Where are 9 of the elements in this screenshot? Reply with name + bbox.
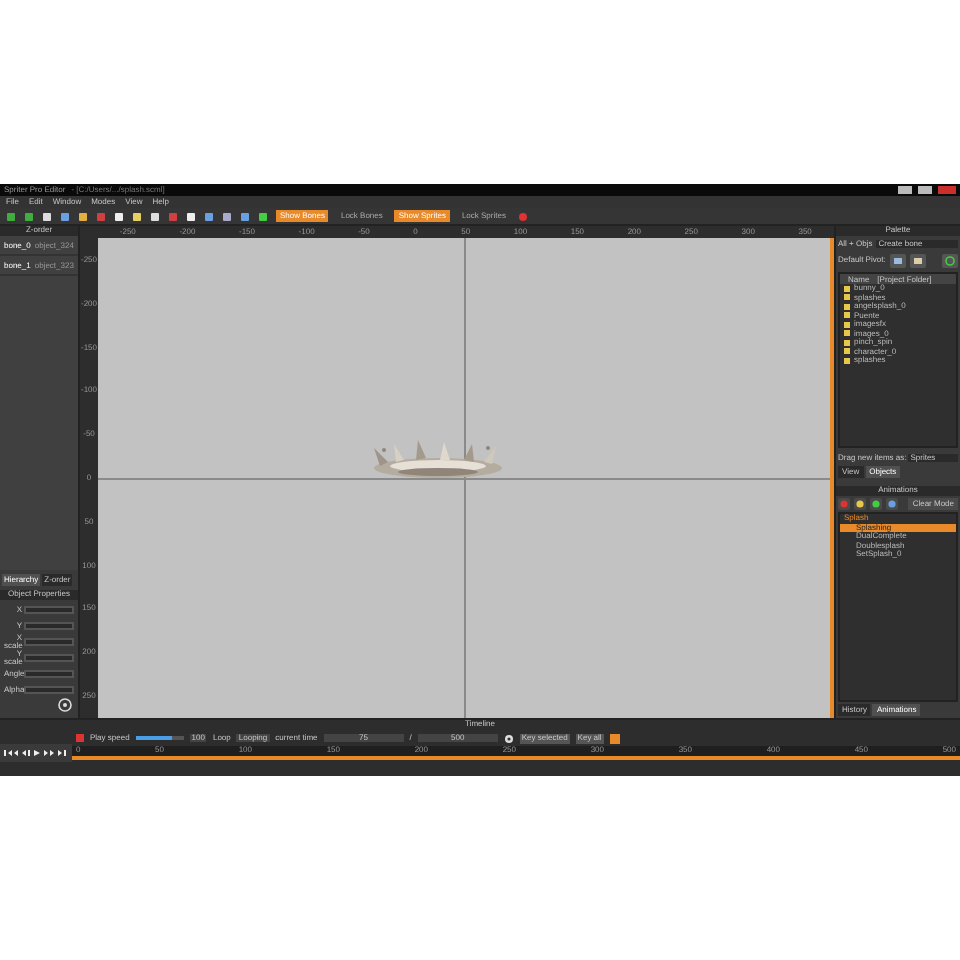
playback-controls[interactable] (0, 744, 72, 762)
record-icon[interactable] (517, 211, 528, 221)
angle-dial-icon[interactable] (58, 698, 72, 712)
animation-tool-icon[interactable] (870, 498, 882, 510)
settings-icon[interactable] (503, 733, 514, 743)
key-icon[interactable] (609, 733, 620, 743)
refresh-button[interactable] (942, 253, 958, 267)
animation-tool-icon[interactable] (886, 498, 898, 510)
animation-tool-icon[interactable] (854, 498, 866, 510)
